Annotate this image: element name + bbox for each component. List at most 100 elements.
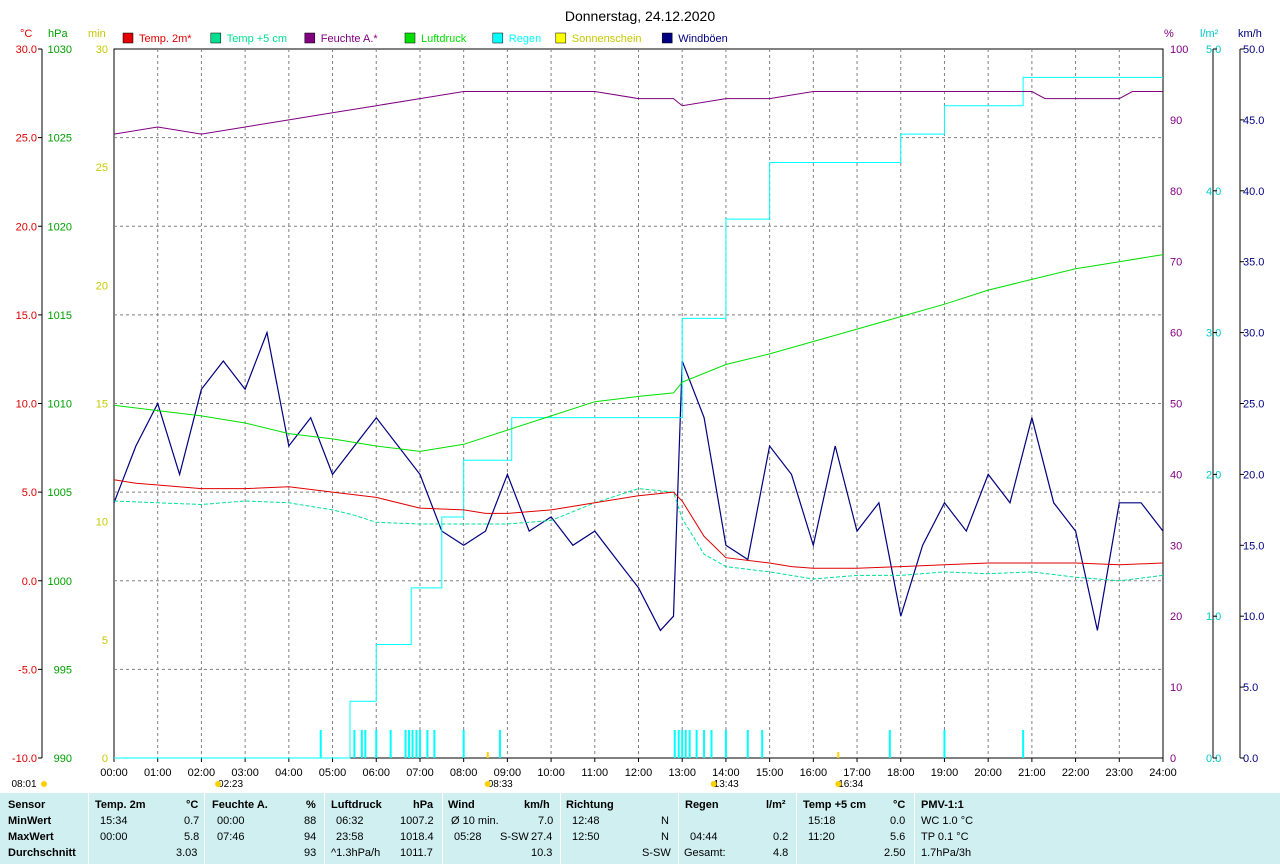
rain-unit-label: l/m² [1200,28,1219,40]
sun-tick-label: 30 [96,44,108,56]
pressure-tick-label: 995 [54,664,72,676]
humidity-tick-label: 70 [1170,257,1182,269]
sun-tick-label: 25 [96,162,108,174]
press-max: 1018.4 [400,831,434,843]
legend: Temp. 2m* Temp +5 cm Feuchte A.* Luftdruck R… [122,32,728,45]
legend-label: Regen [509,33,541,45]
rain-tick-label: 5.0 [1206,44,1221,56]
time-tick-label: 09:00 [494,767,522,779]
time-tick-label: 00:00 [100,767,128,779]
legend-label: Luftdruck [421,33,467,45]
time-tick-label: 13:00 [668,767,696,779]
stats-unit-t5: °C [893,799,906,811]
time-tick-label: 24:00 [1149,767,1177,779]
t5-min-time: 15:18 [808,815,836,827]
time-tick-label: 12:00 [625,767,653,779]
temp-tick-label: 15.0 [16,310,37,322]
hum-min: 88 [304,815,317,827]
row-min-label: MinWert [8,815,52,827]
pressure-unit-label: hPa [48,28,68,40]
hum-max: 94 [304,831,317,843]
wind-tick-label: 50.0 [1243,44,1264,56]
time-tick-label: 04:00 [275,767,303,779]
pmv-wc: WC 1.0 °C [921,815,974,827]
temp-unit-label: °C [20,28,32,40]
wind-tick-label: 30.0 [1243,328,1264,340]
pressure-tick-label: 1025 [48,133,72,145]
wind-tick-label: 35.0 [1243,257,1264,269]
humidity-tick-label: 10 [1170,682,1182,694]
stats-header-dir: Richtung [566,799,614,811]
wind-unit-label: km/h [1238,28,1262,40]
humidity-tick-label: 50 [1170,399,1182,411]
stats-unit-press: hPa [413,799,434,811]
humidity-tick-label: 0 [1170,753,1176,765]
stats-header-t5: Temp +5 cm [803,799,867,811]
wind-min-label: Ø 10 min. [451,815,499,827]
temp-tick-label: -5.0 [18,664,37,676]
time-tick-label: 07:00 [406,767,434,779]
wind-tick-label: 15.0 [1243,540,1264,552]
sun-tick-label: 10 [96,517,108,529]
stats-unit-wind: km/h [524,799,550,811]
time-marker-dot [41,781,47,787]
stats-header-hum: Feuchte A. [212,799,268,811]
legend-swatch [304,32,316,44]
pressure-tick-label: 1020 [48,221,72,233]
dir-max-time: 12:50 [572,831,600,843]
time-tick-label: 14:00 [712,767,740,779]
time-marker-dot [484,781,491,787]
legend-label: Feuchte A.* [321,33,379,45]
stats-header-sensor: Sensor [8,799,46,811]
time-markers: 08:01 02:23 08:33 13:43 16:34 [11,779,863,790]
temp-tick-label: 10.0 [16,399,37,411]
chart-title: Donnerstag, 24.12.2020 [565,8,715,24]
hum-min-time: 00:00 [217,815,245,827]
humidity-tick-label: 30 [1170,540,1182,552]
sun-tick-label: 5 [102,635,108,647]
pressure-tick-label: 1030 [48,44,72,56]
rain-tick-label: 1.0 [1206,611,1221,623]
legend-swatch [404,32,416,44]
time-marker-dot [215,781,222,787]
stats-header-press: Luftdruck [331,799,382,811]
legend-label: Temp +5 cm [227,33,287,45]
legend-swatch [661,32,673,44]
humidity-tick-label: 100 [1170,44,1188,56]
temp-max: 5.8 [184,831,200,843]
rain-tick-label: 0.0 [1206,753,1221,765]
time-tick-label: 02:00 [188,767,216,779]
time-marker-label: 02:23 [218,779,243,790]
press-max-time: 23:58 [336,831,364,843]
sun-tick-label: 0 [102,753,108,765]
pressure-tick-label: 1005 [48,487,72,499]
temp-min-time: 15:34 [100,815,128,827]
time-tick-label: 11:00 [581,767,608,779]
wind-min: 7.0 [538,815,554,827]
dir-min: N [661,815,669,827]
pressure-tick-label: 990 [54,753,72,765]
humidity-tick-label: 60 [1170,328,1182,340]
time-tick-label: 05:00 [319,767,347,779]
stats-panel: Sensor MinWert MaxWert Durchschnitt Temp… [0,793,1280,864]
time-tick-label: 19:00 [931,767,959,779]
temp-max-time: 00:00 [100,831,128,843]
time-tick-label: 22:00 [1062,767,1090,779]
temp-tick-label: -10.0 [12,753,37,765]
hum-max-time: 07:46 [217,831,245,843]
wind-tick-label: 0.0 [1243,753,1258,765]
dir-avg: S-SW [642,847,671,859]
humidity-tick-label: 80 [1170,186,1182,198]
temp-tick-label: 20.0 [16,221,37,233]
sun-tick-label: 20 [96,280,108,292]
stats-header-wind: Wind [448,799,475,811]
pmv-trend: 1.7hPa/3h [921,847,972,859]
wind-tick-label: 20.0 [1243,469,1264,481]
humidity-unit-label: % [1164,28,1174,40]
rain-total: 4.8 [773,847,789,859]
legend-swatch [122,32,134,44]
time-tick-label: 10:00 [537,767,565,779]
time-tick-label: 23:00 [1106,767,1134,779]
wind-tick-label: 10.0 [1243,611,1264,623]
legend-swatch [555,32,567,44]
